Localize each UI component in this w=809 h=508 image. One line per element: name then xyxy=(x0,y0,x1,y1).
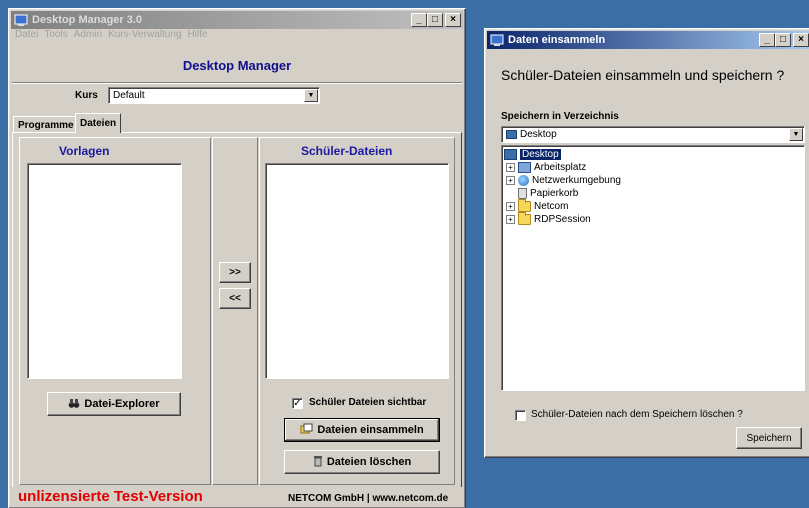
maximize-button[interactable]: □ xyxy=(427,13,443,27)
schueler-dateien-list[interactable] xyxy=(265,163,449,379)
directory-tree[interactable]: Desktop + Arbeitsplatz + Netzwerkumgebun… xyxy=(501,145,805,391)
menu-bar: Datei Tools Admin Kurs-Verwaltung Hilfe xyxy=(12,29,207,45)
directory-select-value: Desktop xyxy=(520,129,557,140)
tree-item-arbeitsplatz[interactable]: + Arbeitsplatz xyxy=(506,161,586,174)
expand-icon[interactable]: + xyxy=(506,215,515,224)
binoculars-icon xyxy=(68,397,80,412)
vorlagen-title: Vorlagen xyxy=(59,144,110,158)
close-button[interactable]: × xyxy=(793,33,809,47)
tree-item-label: RDPSession xyxy=(534,214,591,225)
dateien-loeschen-label: Dateien löschen xyxy=(326,456,412,468)
minimize-button[interactable]: _ xyxy=(411,13,427,27)
desktop-icon xyxy=(504,149,517,160)
menu-item-tools[interactable]: Tools xyxy=(44,29,67,45)
tree-item-label: Netzwerkumgebung xyxy=(532,175,621,186)
computer-icon xyxy=(518,162,531,173)
chevron-down-icon[interactable]: ▼ xyxy=(304,89,318,102)
dialog-question: Schüler-Dateien einsammeln und speichern… xyxy=(501,67,785,83)
unlicensed-notice: unlizensierte Test-Version xyxy=(18,488,203,505)
minimize-button[interactable]: _ xyxy=(759,33,775,47)
maximize-button[interactable]: □ xyxy=(775,33,791,47)
tree-item-label: Arbeitsplatz xyxy=(534,162,587,173)
tree-item-netcom[interactable]: + Netcom xyxy=(506,199,569,213)
recycle-bin-icon xyxy=(518,188,527,199)
tree-item-netzwerkumgebung[interactable]: + Netzwerkumgebung xyxy=(506,174,621,187)
vorlagen-list[interactable] xyxy=(27,163,182,379)
kurs-select[interactable]: Default ▼ xyxy=(108,87,320,104)
kurs-label: Kurs xyxy=(75,90,98,101)
menu-item-datei[interactable]: Datei xyxy=(15,29,38,45)
tab-programme[interactable]: Programme xyxy=(13,116,79,133)
page-title: Desktop Manager xyxy=(12,49,462,83)
window-title: Desktop Manager 3.0 xyxy=(32,14,143,26)
directory-select[interactable]: Desktop ▼ xyxy=(501,126,805,143)
tree-item-papierkorb[interactable]: Papierkorb xyxy=(518,187,578,200)
expand-icon[interactable]: + xyxy=(506,202,515,211)
daten-einsammeln-dialog: Daten einsammeln _ □ × Schüler-Dateien e… xyxy=(484,28,809,458)
folder-icon xyxy=(518,212,531,225)
expand-icon[interactable]: + xyxy=(506,176,515,185)
menu-item-hilfe[interactable]: Hilfe xyxy=(187,29,207,45)
dialog-title: Daten einsammeln xyxy=(508,34,606,46)
tree-item-label: Netcom xyxy=(534,201,569,212)
tree-item-label: Papierkorb xyxy=(530,188,579,199)
desktop-manager-titlebar[interactable]: Desktop Manager 3.0 _ □ × xyxy=(11,11,463,29)
company-info: NETCOM GmbH | www.netcom.de xyxy=(288,493,449,504)
folder-icon xyxy=(518,199,531,212)
desktop-manager-window: Desktop Manager 3.0 _ □ × Datei Tools Ad… xyxy=(8,8,466,508)
menu-item-admin[interactable]: Admin xyxy=(74,29,102,45)
menu-item-kurs-verwaltung[interactable]: Kurs-Verwaltung xyxy=(108,29,181,45)
dateien-einsammeln-label: Dateien einsammeln xyxy=(317,424,424,436)
schueler-dateien-title: Schüler-Dateien xyxy=(301,144,393,158)
transfer-panel xyxy=(212,137,258,485)
sichtbar-label: Schüler Dateien sichtbar xyxy=(309,397,427,408)
dialog-titlebar[interactable]: Daten einsammeln _ □ × xyxy=(487,31,809,49)
tree-item-rdpsession[interactable]: + RDPSession xyxy=(506,212,591,226)
tree-item-label: Desktop xyxy=(520,149,561,160)
dateien-loeschen-button[interactable]: Dateien löschen xyxy=(284,450,440,474)
tab-dateien[interactable]: Dateien xyxy=(75,113,122,133)
desktop-icon xyxy=(506,130,517,139)
datei-explorer-label: Datei-Explorer xyxy=(84,398,160,410)
delete-after-label: Schüler-Dateien nach dem Speichern lösch… xyxy=(531,409,743,420)
app-icon xyxy=(490,33,504,47)
sichtbar-checkbox[interactable]: ✓ xyxy=(292,398,303,409)
trash-icon xyxy=(313,455,323,470)
move-left-button[interactable]: << xyxy=(219,288,251,309)
close-button[interactable]: × xyxy=(445,13,461,27)
delete-after-checkbox[interactable] xyxy=(515,410,526,421)
move-right-button[interactable]: >> xyxy=(219,262,251,283)
expand-icon[interactable]: + xyxy=(506,163,515,172)
dateien-einsammeln-button[interactable]: Dateien einsammeln xyxy=(284,418,440,442)
kurs-select-value: Default xyxy=(113,90,145,101)
chevron-down-icon[interactable]: ▼ xyxy=(789,128,803,141)
tree-item-desktop[interactable]: Desktop xyxy=(504,148,561,161)
app-icon xyxy=(14,13,28,27)
collect-files-icon xyxy=(300,423,313,438)
speichern-button[interactable]: Speichern xyxy=(736,427,802,449)
datei-explorer-button[interactable]: Datei-Explorer xyxy=(47,392,181,416)
network-icon xyxy=(518,175,529,186)
directory-label: Speichern in Verzeichnis xyxy=(501,111,619,122)
